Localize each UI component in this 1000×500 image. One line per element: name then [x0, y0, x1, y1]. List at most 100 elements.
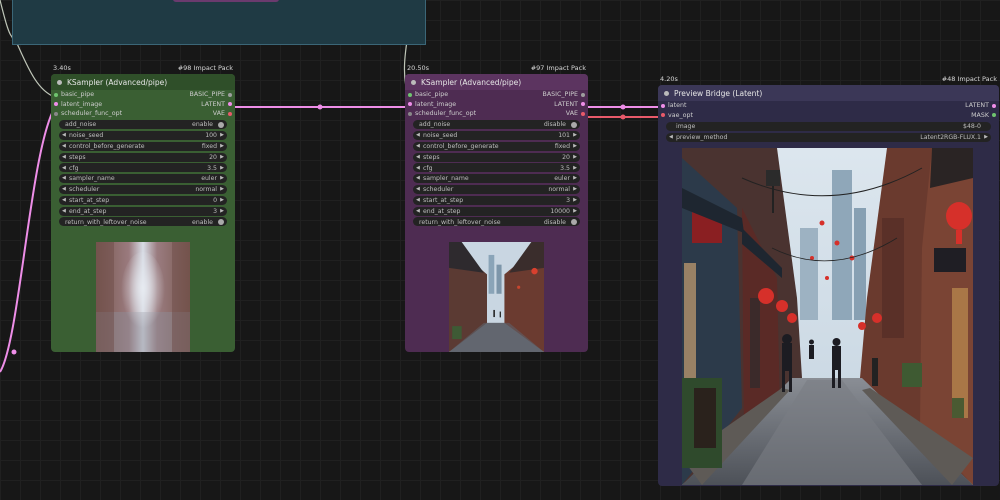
ksampler-node-1[interactable]: 3.40s #98 Impact Pack KSampler (Advanced…	[51, 64, 235, 352]
decrement-arrow-icon[interactable]: ◀	[416, 154, 420, 160]
widget-noise-seed[interactable]: ◀ noise_seed 100 ▶	[59, 131, 227, 141]
io-slot-row[interactable]: basic_pipe BASIC_PIPE	[51, 90, 235, 100]
output-label: MASK	[971, 111, 989, 119]
io-slot-row[interactable]: scheduler_func_opt VAE	[405, 109, 588, 119]
widget-cfg[interactable]: ◀ cfg 3.5 ▶	[413, 163, 580, 173]
toggle-knob-icon[interactable]	[571, 218, 577, 225]
io-slot-row[interactable]: latent LATENT	[658, 101, 999, 111]
output-pin[interactable]	[992, 113, 996, 117]
collapse-dot-icon[interactable]	[664, 90, 669, 96]
output-pin[interactable]	[581, 102, 585, 106]
node-title-bar[interactable]: Preview Bridge (Latent)	[658, 85, 999, 101]
decrement-arrow-icon[interactable]: ◀	[62, 132, 66, 138]
widget-value: 20	[562, 153, 570, 161]
execution-time: 4.20s	[660, 75, 678, 83]
input-pin[interactable]	[408, 102, 412, 106]
widget-start-at-step[interactable]: ◀ start_at_step 3 ▶	[413, 195, 580, 205]
input-pin[interactable]	[54, 111, 58, 116]
widget-noise-seed[interactable]: ◀ noise_seed 101 ▶	[413, 131, 580, 141]
input-pin[interactable]	[408, 111, 412, 116]
increment-arrow-icon[interactable]: ▶	[220, 165, 224, 171]
io-slot-row[interactable]: latent_image LATENT	[51, 100, 235, 110]
decrement-arrow-icon[interactable]: ◀	[62, 175, 66, 181]
output-pin[interactable]	[228, 111, 232, 116]
widget-steps[interactable]: ◀ steps 20 ▶	[59, 152, 227, 162]
output-pin[interactable]	[228, 92, 232, 97]
collapse-dot-icon[interactable]	[57, 79, 62, 85]
io-slot-row[interactable]: vae_opt MASK	[658, 111, 999, 121]
increment-arrow-icon[interactable]: ▶	[220, 132, 224, 138]
output-pin[interactable]	[992, 103, 996, 108]
node-group[interactable]	[12, 0, 426, 45]
decrement-arrow-icon[interactable]: ◀	[62, 208, 66, 214]
increment-arrow-icon[interactable]: ▶	[220, 175, 224, 181]
widget-end-at-step[interactable]: ◀ end_at_step 3 ▶	[59, 206, 227, 216]
group-title-bar[interactable]	[173, 0, 279, 2]
decrement-arrow-icon[interactable]: ◀	[62, 154, 66, 160]
increment-arrow-icon[interactable]: ▶	[573, 186, 577, 192]
collapse-dot-icon[interactable]	[411, 79, 416, 85]
input-pin[interactable]	[408, 92, 412, 97]
decrement-arrow-icon[interactable]: ◀	[62, 197, 66, 203]
widget-control-before-generate[interactable]: ◀ control_before_generate fixed ▶	[413, 141, 580, 151]
decrement-arrow-icon[interactable]: ◀	[416, 165, 420, 171]
widget-return-with-leftover-noise[interactable]: return_with_leftover_noise disable	[413, 217, 580, 227]
widget-sampler-name[interactable]: ◀ sampler_name euler ▶	[413, 174, 580, 184]
output-pin[interactable]	[581, 92, 585, 97]
widget-cfg[interactable]: ◀ cfg 3.5 ▶	[59, 163, 227, 173]
node-title-bar[interactable]: KSampler (Advanced/pipe)	[405, 74, 588, 90]
input-pin[interactable]	[54, 92, 58, 97]
decrement-arrow-icon[interactable]: ◀	[416, 186, 420, 192]
output-pin[interactable]	[228, 102, 232, 106]
output-pin[interactable]	[581, 111, 585, 116]
widget-add-noise[interactable]: add_noise enable	[59, 120, 227, 130]
decrement-arrow-icon[interactable]: ◀	[416, 208, 420, 214]
increment-arrow-icon[interactable]: ▶	[573, 132, 577, 138]
increment-arrow-icon[interactable]: ▶	[573, 208, 577, 214]
input-label: basic_pipe	[61, 91, 95, 98]
increment-arrow-icon[interactable]: ▶	[573, 165, 577, 171]
input-pin[interactable]	[661, 113, 665, 117]
increment-arrow-icon[interactable]: ▶	[220, 186, 224, 192]
increment-arrow-icon[interactable]: ▶	[220, 154, 224, 160]
toggle-knob-icon[interactable]	[218, 121, 224, 128]
widget-scheduler[interactable]: ◀ scheduler normal ▶	[413, 185, 580, 195]
node-title-bar[interactable]: KSampler (Advanced/pipe)	[51, 74, 235, 90]
increment-arrow-icon[interactable]: ▶	[573, 154, 577, 160]
widget-control-before-generate[interactable]: ◀ control_before_generate fixed ▶	[59, 141, 227, 151]
increment-arrow-icon[interactable]: ▶	[573, 175, 577, 181]
widget-sampler-name[interactable]: ◀ sampler_name euler ▶	[59, 174, 227, 184]
io-slot-row[interactable]: basic_pipe BASIC_PIPE	[405, 90, 588, 100]
image-widget[interactable]: image $48-0	[666, 121, 991, 131]
widget-preview-method[interactable]: ◀ preview_method Latent2RGB-FLUX.1 ▶	[666, 132, 991, 142]
decrement-arrow-icon[interactable]: ◀	[62, 186, 66, 192]
increment-arrow-icon[interactable]: ▶	[220, 143, 224, 149]
widget-scheduler[interactable]: ◀ scheduler normal ▶	[59, 185, 227, 195]
increment-arrow-icon[interactable]: ▶	[984, 134, 988, 140]
decrement-arrow-icon[interactable]: ◀	[416, 197, 420, 203]
ksampler-node-2[interactable]: 20.50s #97 Impact Pack KSampler (Advance…	[405, 64, 588, 352]
decrement-arrow-icon[interactable]: ◀	[416, 132, 420, 138]
increment-arrow-icon[interactable]: ▶	[573, 197, 577, 203]
io-slot-row[interactable]: latent_image LATENT	[405, 100, 588, 110]
input-label: latent_image	[415, 100, 457, 108]
decrement-arrow-icon[interactable]: ◀	[62, 165, 66, 171]
toggle-knob-icon[interactable]	[218, 218, 224, 225]
input-pin[interactable]	[54, 102, 58, 106]
decrement-arrow-icon[interactable]: ◀	[416, 143, 420, 149]
preview-bridge-node[interactable]: 4.20s #48 Impact Pack Preview Bridge (La…	[658, 75, 999, 486]
decrement-arrow-icon[interactable]: ◀	[416, 175, 420, 181]
increment-arrow-icon[interactable]: ▶	[220, 197, 224, 203]
decrement-arrow-icon[interactable]: ◀	[62, 143, 66, 149]
widget-add-noise[interactable]: add_noise disable	[413, 120, 580, 130]
widget-start-at-step[interactable]: ◀ start_at_step 0 ▶	[59, 195, 227, 205]
widget-steps[interactable]: ◀ steps 20 ▶	[413, 152, 580, 162]
io-slot-row[interactable]: scheduler_func_opt VAE	[51, 109, 235, 119]
decrement-arrow-icon[interactable]: ◀	[669, 134, 673, 140]
increment-arrow-icon[interactable]: ▶	[573, 143, 577, 149]
toggle-knob-icon[interactable]	[571, 121, 577, 128]
widget-end-at-step[interactable]: ◀ end_at_step 10000 ▶	[413, 206, 580, 216]
input-pin[interactable]	[661, 103, 665, 108]
widget-return-with-leftover-noise[interactable]: return_with_leftover_noise enable	[59, 217, 227, 227]
increment-arrow-icon[interactable]: ▶	[220, 208, 224, 214]
